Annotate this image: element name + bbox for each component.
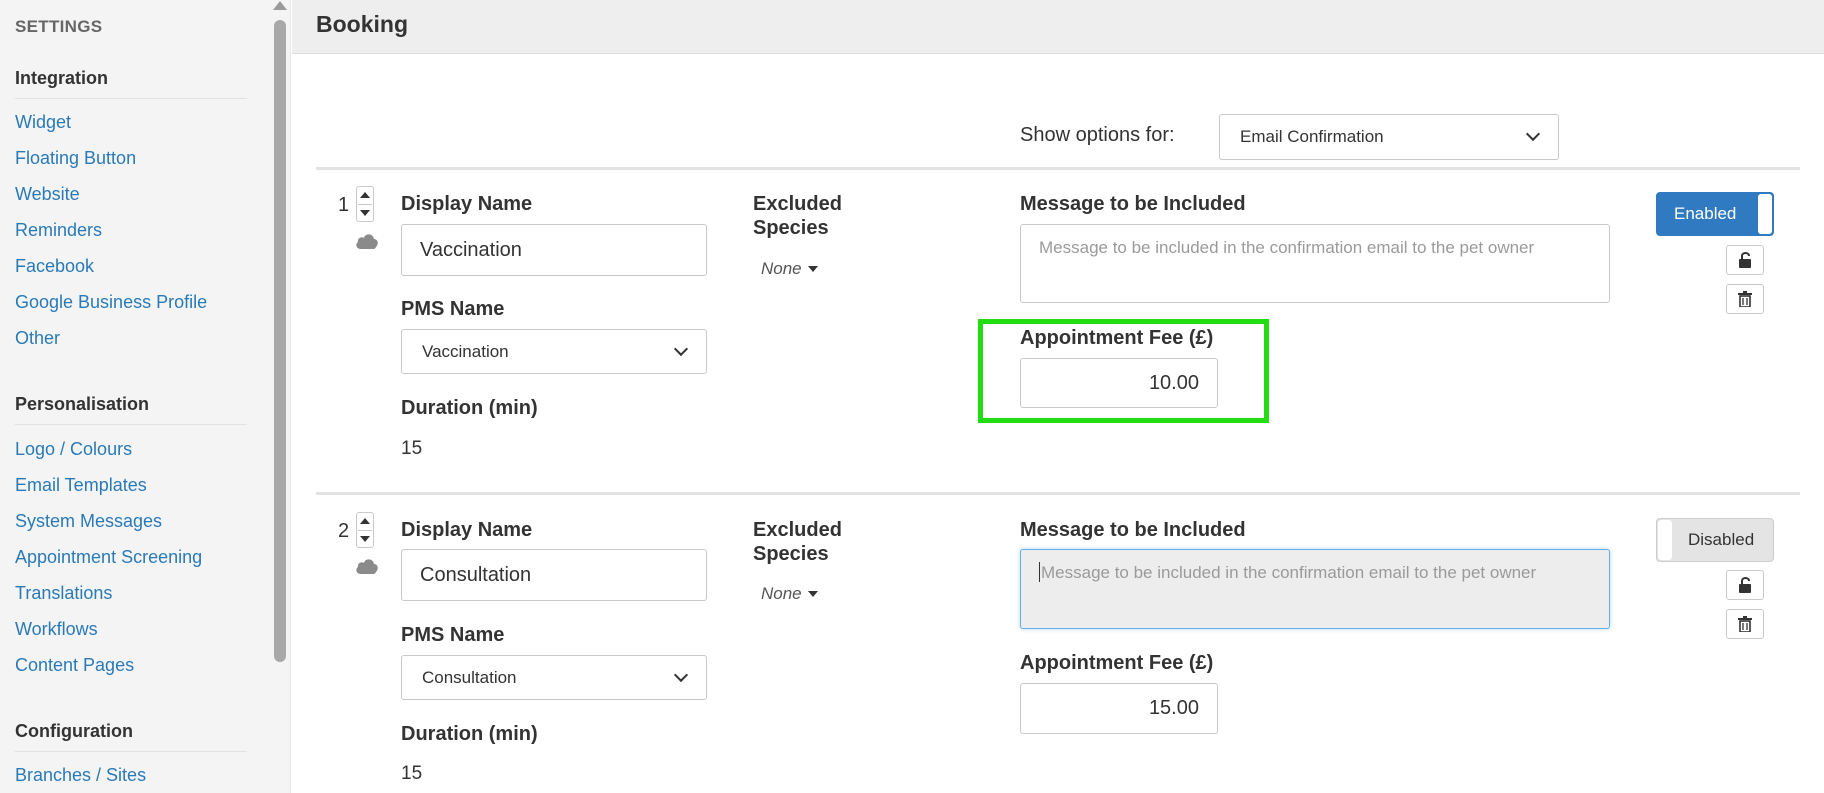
show-options-select[interactable]: Email Confirmation <box>1219 114 1559 160</box>
unlock-button[interactable] <box>1726 570 1764 600</box>
sidebar-section-personalisation: Personalisation <box>15 394 247 425</box>
unlock-icon <box>1739 252 1751 268</box>
sidebar-scrollbar[interactable] <box>268 0 291 793</box>
delete-button[interactable] <box>1726 609 1764 639</box>
sidebar-item-appointment-screening[interactable]: Appointment Screening <box>15 547 202 568</box>
sidebar-section-integration: Integration <box>15 68 247 99</box>
sidebar-item-system-messages[interactable]: System Messages <box>15 511 162 532</box>
display-name-label: Display Name <box>401 519 533 541</box>
main-content: Booking Show options for: Email Confirma… <box>292 0 1824 793</box>
sidebar-item-google-business-profile[interactable]: Google Business Profile <box>15 292 207 313</box>
message-placeholder: Message to be included in the confirmati… <box>1041 563 1537 582</box>
order-spinner[interactable] <box>356 186 374 222</box>
sidebar-item-logo-colours[interactable]: Logo / Colours <box>15 439 132 460</box>
message-placeholder: Message to be included in the confirmati… <box>1039 238 1535 257</box>
settings-sidebar: SETTINGS Integration Widget Floating But… <box>0 0 268 793</box>
sidebar-item-reminders[interactable]: Reminders <box>15 220 102 241</box>
message-label: Message to be Included <box>1020 519 1246 541</box>
pms-name-select[interactable]: Consultation <box>401 655 707 700</box>
display-name-input[interactable]: Vaccination <box>401 224 707 276</box>
sidebar-item-widget[interactable]: Widget <box>15 112 71 133</box>
order-spinner[interactable] <box>356 512 374 548</box>
status-label: Disabled <box>1688 530 1755 549</box>
excluded-species-value: None <box>761 259 802 278</box>
sidebar-item-floating-button[interactable]: Floating Button <box>15 148 136 169</box>
unlock-button[interactable] <box>1726 245 1764 275</box>
excluded-species-value: None <box>761 584 802 603</box>
appointment-fee-input[interactable]: 10.00 <box>1020 358 1218 408</box>
sidebar-item-branches-sites[interactable]: Branches / Sites <box>15 765 146 786</box>
display-name-label: Display Name <box>401 193 533 215</box>
appointment-fee-label: Appointment Fee (£) <box>1020 327 1214 349</box>
pms-name-value: Vaccination <box>422 341 509 361</box>
status-toggle-disabled[interactable]: Disabled <box>1656 518 1774 562</box>
unlock-icon <box>1739 577 1751 593</box>
status-label: Enabled <box>1674 204 1737 223</box>
text-caret <box>1039 562 1040 582</box>
sidebar-section-configuration: Configuration <box>15 721 247 752</box>
duration-label: Duration (min) <box>401 723 538 745</box>
display-name-input[interactable]: Consultation <box>401 549 707 601</box>
sidebar-item-other[interactable]: Other <box>15 328 60 349</box>
excluded-species-label: Excluded Species <box>753 519 842 565</box>
cloud-icon <box>355 232 379 255</box>
toggle-knob <box>1758 194 1772 234</box>
chevron-down-icon <box>1525 126 1541 142</box>
sidebar-heading: SETTINGS <box>15 17 103 36</box>
duration-label: Duration (min) <box>401 397 538 419</box>
excluded-species-dropdown[interactable]: None <box>761 584 818 604</box>
page-title: Booking <box>316 11 408 37</box>
trash-icon <box>1738 291 1752 307</box>
excluded-species-dropdown[interactable]: None <box>761 259 818 279</box>
move-down-icon[interactable] <box>360 536 370 542</box>
pms-name-select[interactable]: Vaccination <box>401 329 707 374</box>
row-divider <box>316 167 1800 170</box>
duration-value: 15 <box>401 438 423 459</box>
caret-down-icon <box>807 266 818 272</box>
sidebar-item-translations[interactable]: Translations <box>15 583 112 604</box>
sidebar-item-workflows[interactable]: Workflows <box>15 619 98 640</box>
pms-name-value: Consultation <box>422 667 517 687</box>
page-header: Booking <box>292 0 1824 54</box>
appointment-fee-input[interactable]: 15.00 <box>1020 683 1218 734</box>
delete-button[interactable] <box>1726 284 1764 314</box>
message-textarea[interactable]: Message to be included in the confirmati… <box>1020 224 1610 303</box>
row-number: 1 <box>338 194 350 216</box>
appointment-fee-label: Appointment Fee (£) <box>1020 652 1214 674</box>
pms-name-label: PMS Name <box>401 298 505 320</box>
sidebar-item-facebook[interactable]: Facebook <box>15 256 94 277</box>
move-up-icon[interactable] <box>360 518 370 524</box>
scrollbar-thumb[interactable] <box>274 20 286 662</box>
move-down-icon[interactable] <box>360 210 370 216</box>
move-up-icon[interactable] <box>360 192 370 198</box>
row-divider <box>316 492 1800 495</box>
show-options-label: Show options for: <box>1020 124 1175 146</box>
message-label: Message to be Included <box>1020 193 1246 215</box>
sidebar-item-content-pages[interactable]: Content Pages <box>15 655 134 676</box>
cloud-icon <box>355 557 379 580</box>
sidebar-item-website[interactable]: Website <box>15 184 80 205</box>
chevron-down-icon <box>673 341 689 356</box>
spinner-divider <box>358 204 372 205</box>
excluded-species-label: Excluded Species <box>753 193 842 239</box>
pms-name-label: PMS Name <box>401 624 505 646</box>
chevron-down-icon <box>673 667 689 682</box>
row-number: 2 <box>338 520 350 542</box>
status-toggle-enabled[interactable]: Enabled <box>1656 192 1774 236</box>
toggle-knob <box>1658 520 1672 560</box>
message-textarea[interactable]: Message to be included in the confirmati… <box>1020 549 1610 629</box>
scroll-up-arrow-icon[interactable] <box>273 1 287 10</box>
show-options-value: Email Confirmation <box>1240 127 1384 146</box>
spinner-divider <box>358 530 372 531</box>
sidebar-item-email-templates[interactable]: Email Templates <box>15 475 147 496</box>
trash-icon <box>1738 616 1752 632</box>
duration-value: 15 <box>401 763 423 784</box>
caret-down-icon <box>807 591 818 597</box>
